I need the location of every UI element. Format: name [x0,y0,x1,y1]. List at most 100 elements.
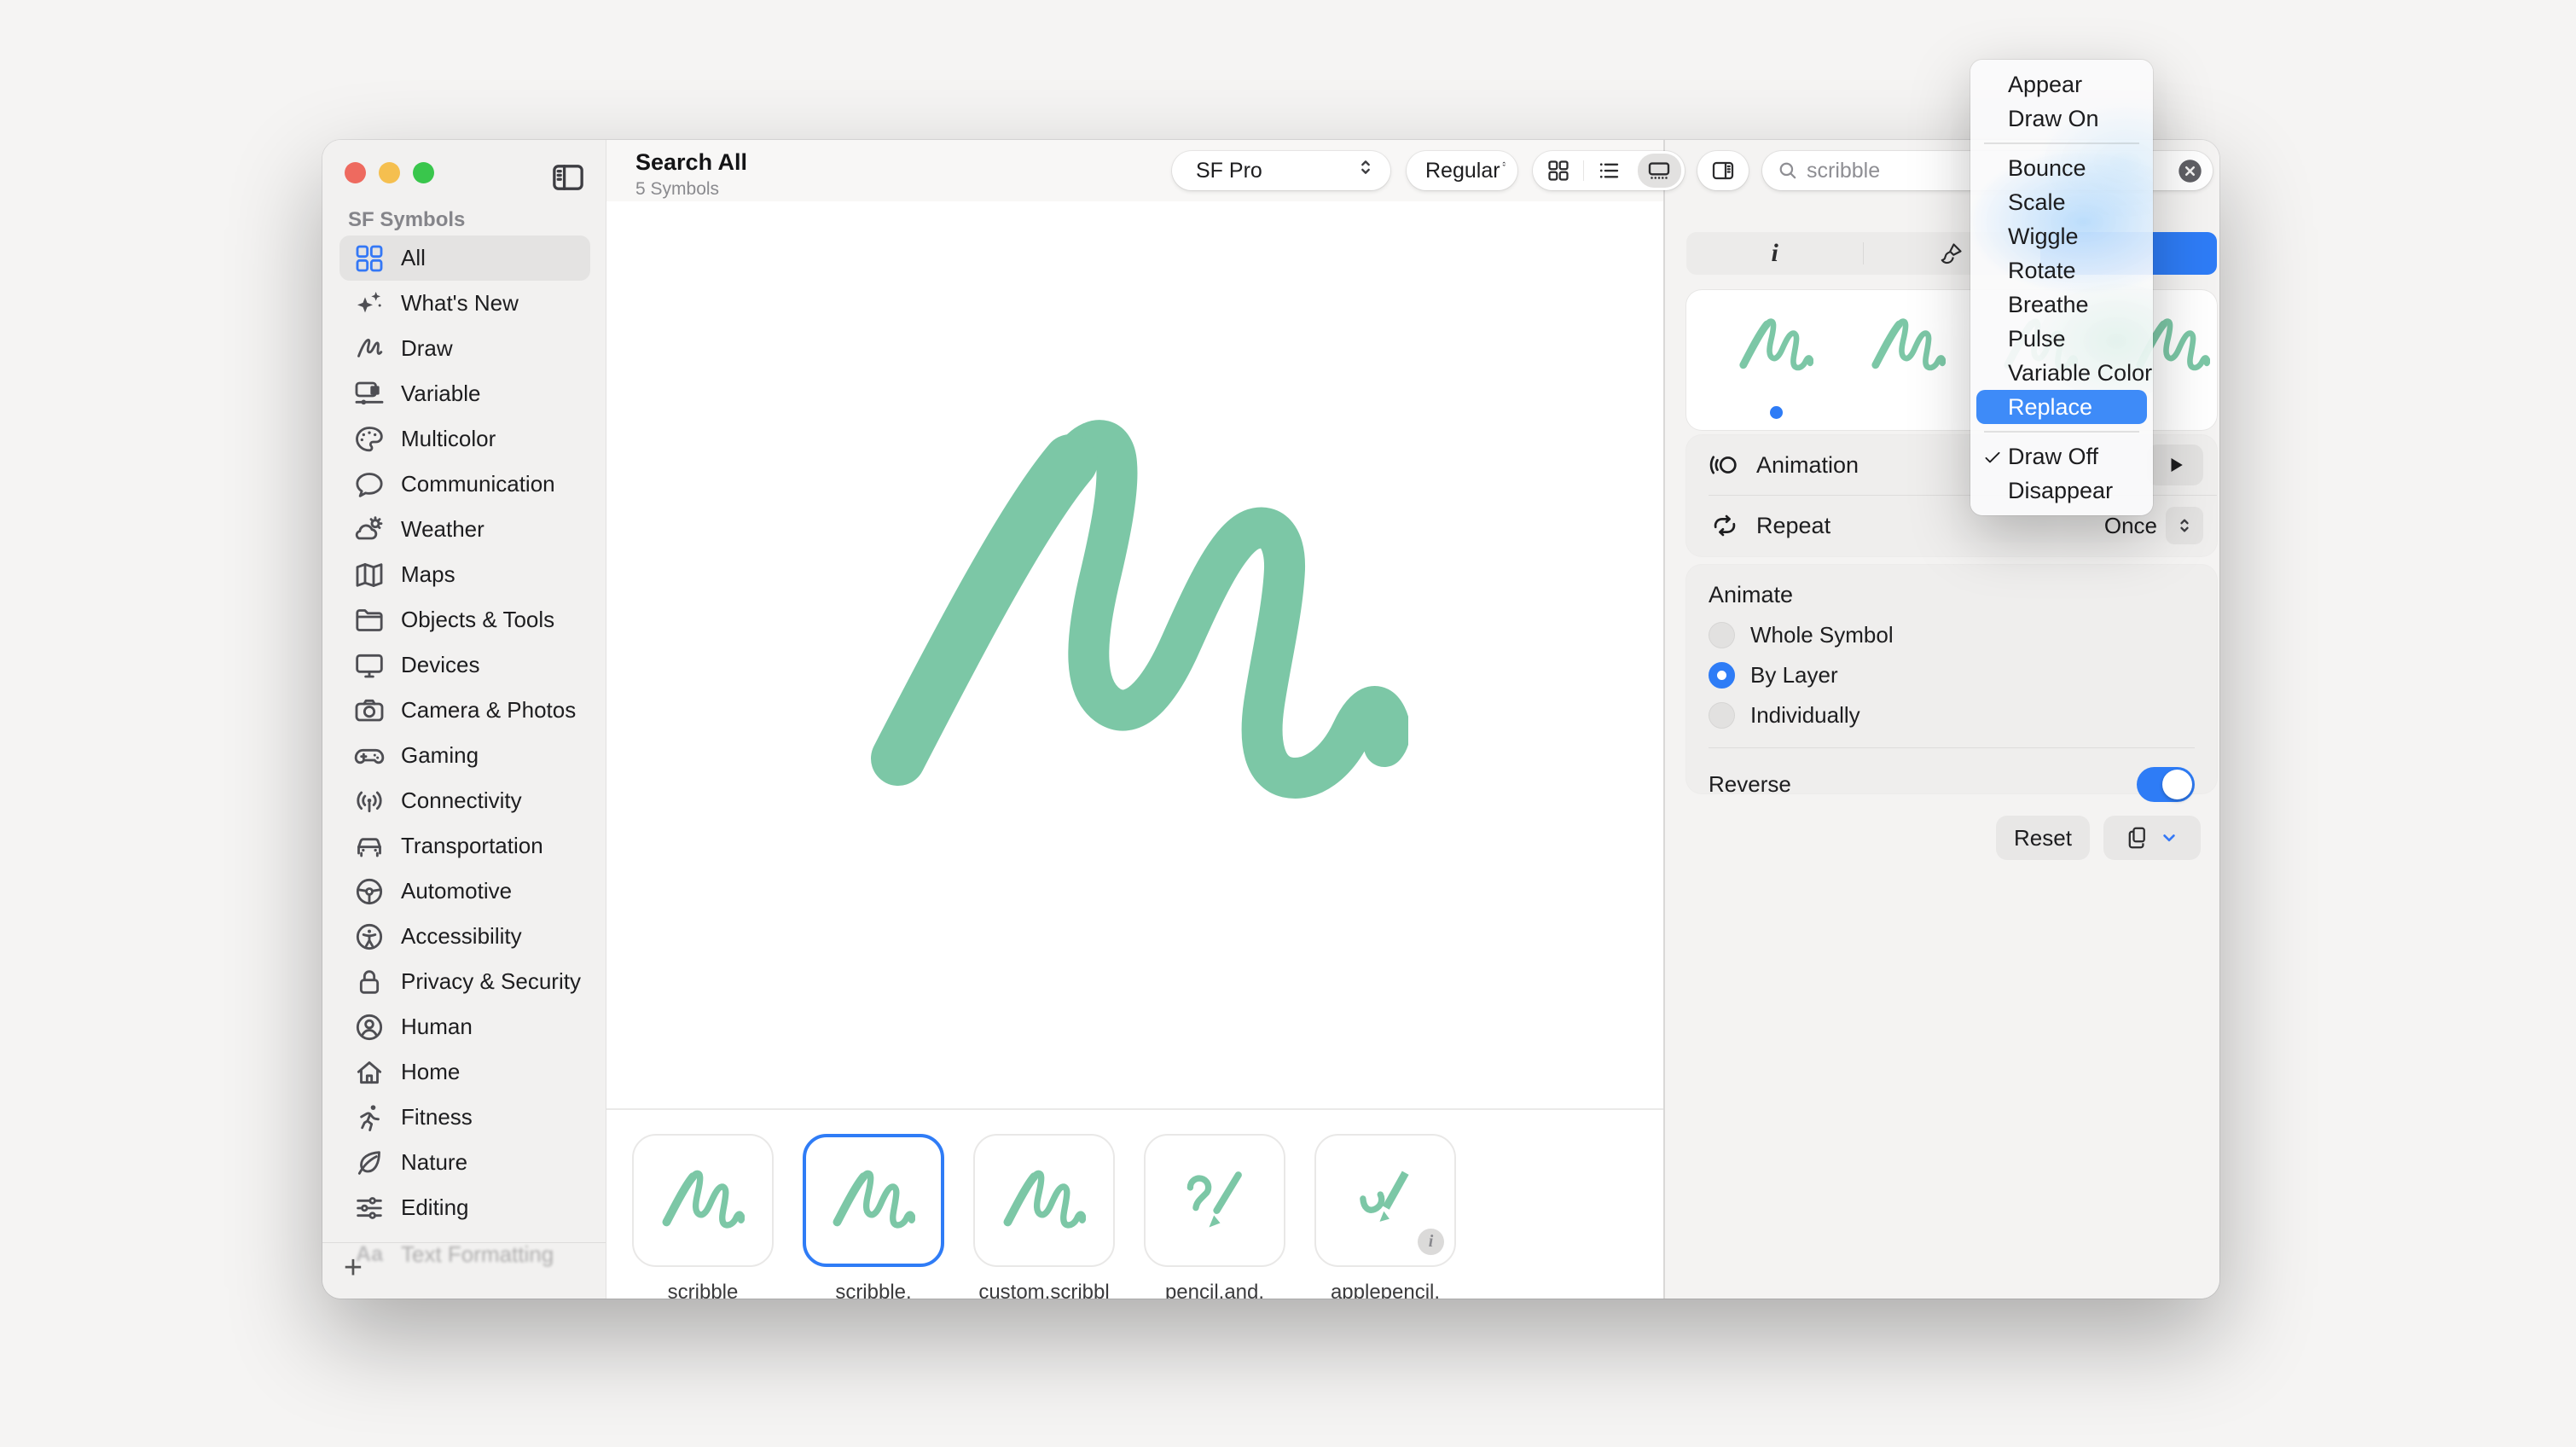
sidebar-item-accessibility[interactable]: Accessibility [339,914,590,959]
symbol-canvas [606,201,1663,1108]
play-animation-button[interactable] [2147,445,2203,485]
preview-thumbnail-0[interactable] [1738,312,1813,379]
chevron-down-icon [2158,827,2180,849]
sidebar-item-label: Accessibility [401,923,522,950]
copy-icon [2124,824,2151,851]
sidebar-item-what-s-new[interactable]: What's New [339,281,590,326]
menu-item-draw-off[interactable]: Draw Off [1976,439,2147,474]
weight-select[interactable]: Regular [1407,151,1517,190]
sidebar-item-multicolor[interactable]: Multicolor [339,416,590,462]
sidebar-item-nature[interactable]: Nature [339,1140,590,1185]
menu-item-scale[interactable]: Scale [1976,185,2147,219]
preview-thumbnail-1[interactable] [1871,312,1946,379]
menu-item-pulse[interactable]: Pulse [1976,322,2147,356]
figure-run-icon [351,1100,387,1136]
antenna-icon [351,783,387,819]
animate-option-by-layer[interactable]: By Layer [1709,662,2195,689]
close-button[interactable] [345,162,366,183]
symbol-result-label: scribble [609,1279,797,1299]
symbol-result-pencil-and-scribble[interactable] [1144,1134,1285,1267]
menu-item-disappear[interactable]: Disappear [1976,474,2147,508]
copy-button[interactable] [2103,816,2201,860]
minimize-button[interactable] [379,162,400,183]
sliders-icon [351,1190,387,1226]
sidebar-item-automotive[interactable]: Automotive [339,869,590,914]
radio-selected-icon[interactable] [1709,662,1735,689]
sidebar-item-maps[interactable]: Maps [339,552,590,597]
sidebar-item-objects-tools[interactable]: Objects & Tools [339,597,590,642]
menu-item-label: Scale [2008,189,2066,216]
animation-label: Animation [1756,452,1859,479]
sidebar-item-label: Objects & Tools [401,607,554,633]
sidebar-item-variable[interactable]: Variable [339,371,590,416]
radio-unselected-icon[interactable] [1709,702,1735,729]
animate-option-label: Whole Symbol [1750,622,1894,648]
symbol-result-custom-scribble-variable[interactable] [973,1134,1115,1267]
chevron-up-down-icon [1355,156,1377,185]
sidebar-item-label: Automotive [401,878,512,904]
symbol-count: 5 Symbols [635,179,747,200]
reset-button[interactable]: Reset [1996,816,2090,860]
add-collection-button[interactable]: + [334,1249,372,1287]
sidebar-item-privacy-security[interactable]: Privacy & Security [339,959,590,1004]
clear-search-icon[interactable] [2176,157,2204,185]
sidebar-item-gaming[interactable]: Gaming [339,733,590,778]
sidebar-toggle-icon[interactable] [549,159,587,189]
symbol-glyph [1002,1164,1086,1237]
sidebar-item-devices[interactable]: Devices [339,642,590,688]
menu-item-label: Breathe [2008,292,2089,318]
font-select[interactable]: SF Pro [1172,151,1390,190]
label-line: applepencil. [1291,1279,1479,1299]
sidebar-item-connectivity[interactable]: Connectivity [339,778,590,823]
sidebar-item-label: Text Formatting [401,1241,554,1268]
main-area: Search All 5 Symbols SF Pro Regular [606,140,1665,1299]
sidebar-item-fitness[interactable]: Fitness [339,1095,590,1140]
grid-view-button[interactable] [1533,151,1583,190]
toggle-knob [2162,770,2192,799]
zoom-button[interactable] [413,162,434,183]
list-view-button[interactable] [1583,151,1633,190]
menu-item-wiggle[interactable]: Wiggle [1976,219,2147,253]
sidebar-item-label: Connectivity [401,787,522,814]
menu-item-draw-on[interactable]: Draw On [1976,102,2147,136]
repeat-stepper[interactable] [2166,507,2203,544]
sidebar-item-label: Variable [401,381,480,407]
lock-icon [351,964,387,1000]
paintbrush-icon [1939,241,1964,266]
symbol-result-applepencil-and-scribble[interactable]: i [1314,1134,1456,1267]
info-badge-icon[interactable]: i [1418,1229,1444,1255]
sidebar-item-human[interactable]: Human [339,1004,590,1049]
menu-item-bounce[interactable]: Bounce [1976,151,2147,185]
sidebar-item-weather[interactable]: Weather [339,507,590,552]
animate-option-label: Individually [1750,702,1860,729]
animate-option-whole-symbol[interactable]: Whole Symbol [1709,622,2195,648]
sidebar-item-text-formatting[interactable]: Aa Text Formatting [339,1232,606,1277]
menu-item-breathe[interactable]: Breathe [1976,288,2147,322]
menu-item-variable-color[interactable]: Variable Color [1976,356,2147,390]
sidebar-item-camera-photos[interactable]: Camera & Photos [339,688,590,733]
sidebar-item-communication[interactable]: Communication [339,462,590,507]
card-divider [1709,747,2195,748]
menu-item-rotate[interactable]: Rotate [1976,253,2147,288]
inspector-toggle-button[interactable] [1697,151,1749,190]
animate-option-individually[interactable]: Individually [1709,702,2195,729]
symbol-result-scribble-variable[interactable] [803,1134,944,1267]
menu-item-label: Variable Color [2008,360,2152,386]
symbol-result-scribble[interactable] [632,1134,774,1267]
scribble-symbol-large [862,378,1408,856]
menu-item-appear[interactable]: Appear [1976,67,2147,102]
gallery-view-button[interactable] [1634,151,1685,190]
leaf-icon [351,1145,387,1181]
reverse-toggle[interactable] [2137,767,2195,802]
title-block: Search All 5 Symbols [635,149,747,200]
radio-unselected-icon[interactable] [1709,622,1735,648]
menu-item-replace[interactable]: Replace [1976,390,2147,424]
sidebar-item-editing[interactable]: Editing [339,1185,590,1230]
sidebar-item-all[interactable]: All [339,235,590,281]
tab-info[interactable]: i [1686,232,1863,275]
sidebar-item-draw[interactable]: Draw [339,326,590,371]
sidebar-item-label: Camera & Photos [401,697,576,724]
sidebar-item-transportation[interactable]: Transportation [339,823,590,869]
sidebar-item-home[interactable]: Home [339,1049,590,1095]
repeat-label: Repeat [1756,513,1830,539]
